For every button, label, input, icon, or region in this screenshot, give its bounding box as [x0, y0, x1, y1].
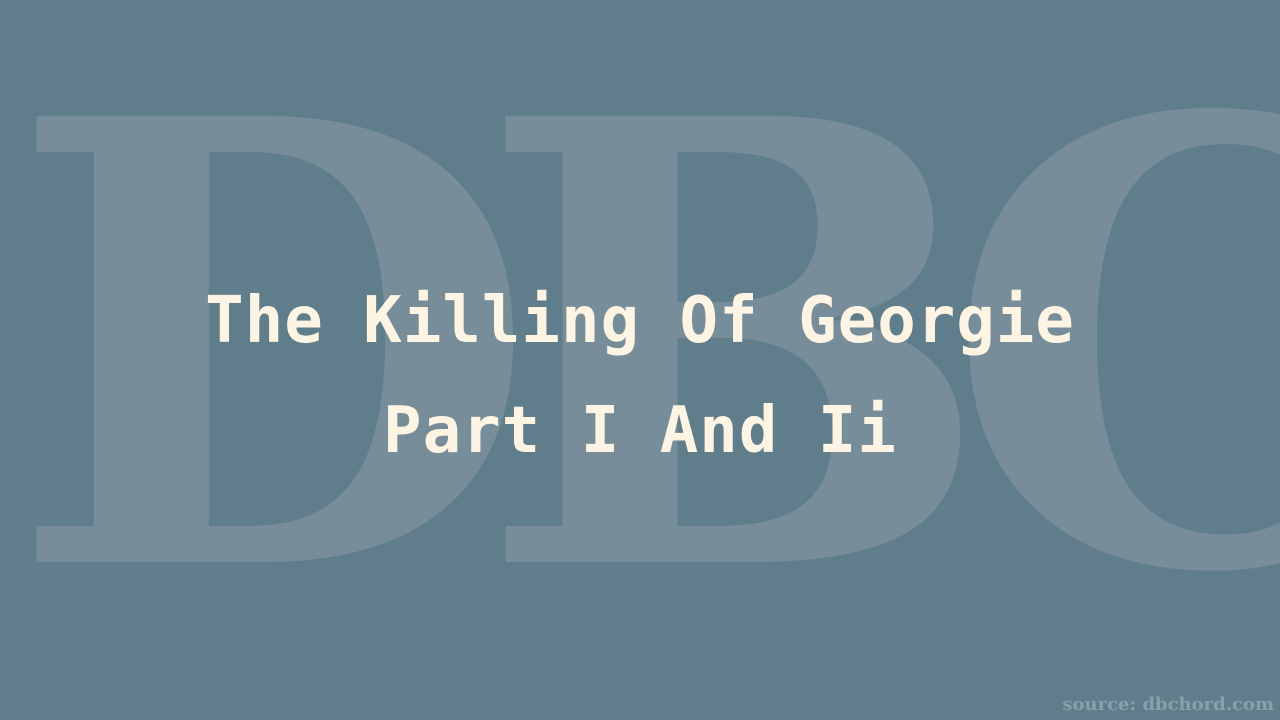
- source-credit: source: dbchord.com: [1062, 694, 1274, 715]
- song-title: The Killing Of Georgie Part I And Ii: [0, 266, 1280, 486]
- song-title-line-1: The Killing Of Georgie: [205, 284, 1075, 358]
- song-title-line-2: Part I And Ii: [383, 394, 897, 468]
